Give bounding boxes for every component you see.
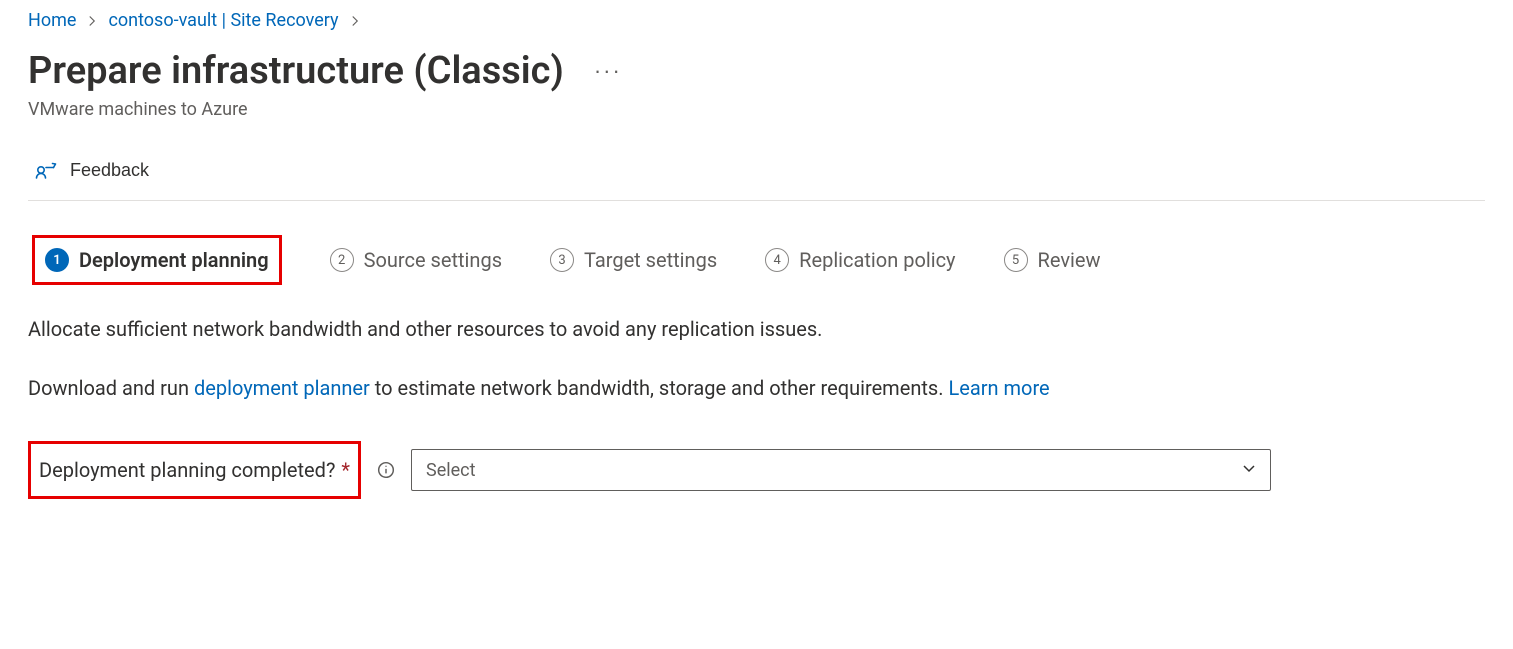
feedback-icon [34,158,58,182]
step-deployment-planning[interactable]: 1 Deployment planning [45,248,269,272]
description-line-2: Download and run deployment planner to e… [28,374,1485,403]
step-label: Source settings [364,248,502,272]
chevron-down-icon [1241,460,1257,480]
step-review[interactable]: 5 Review [1004,248,1101,272]
breadcrumb-vault[interactable]: contoso-vault | Site Recovery [108,10,338,31]
step-source-settings[interactable]: 2 Source settings [330,248,502,272]
chevron-right-icon [86,15,98,27]
step-label: Replication policy [799,248,955,272]
step-number: 3 [550,248,574,272]
info-icon[interactable] [377,461,395,479]
toolbar: Feedback [28,154,1485,201]
step-label: Target settings [584,248,717,272]
page-subtitle: VMware machines to Azure [28,99,1485,120]
form-row-deployment-completed: Deployment planning completed? * Select [28,441,1485,499]
breadcrumb: Home contoso-vault | Site Recovery [28,10,1485,31]
learn-more-link[interactable]: Learn more [948,376,1049,400]
text-fragment: Download and run [28,376,194,400]
highlight-step-1: 1 Deployment planning [32,235,282,285]
deployment-completed-select[interactable]: Select [411,449,1271,491]
step-number: 5 [1004,248,1028,272]
chevron-right-icon [349,15,361,27]
highlight-label: Deployment planning completed? * [28,441,361,499]
more-actions-button[interactable]: ··· [588,56,628,86]
description-line-1: Allocate sufficient network bandwidth an… [28,315,1485,344]
select-display[interactable]: Select [411,449,1271,491]
breadcrumb-home[interactable]: Home [28,10,76,31]
step-number: 4 [765,248,789,272]
feedback-label: Feedback [70,160,149,181]
step-label: Review [1038,248,1101,272]
wizard-steps: 1 Deployment planning 2 Source settings … [28,235,1485,285]
text-fragment: to estimate network bandwidth, storage a… [370,376,949,400]
page-title: Prepare infrastructure (Classic) [28,49,564,93]
step-replication-policy[interactable]: 4 Replication policy [765,248,955,272]
deployment-planner-link[interactable]: deployment planner [194,376,370,400]
required-marker: * [341,458,350,482]
step-number: 1 [45,248,69,272]
step-target-settings[interactable]: 3 Target settings [550,248,717,272]
select-placeholder: Select [426,460,475,481]
feedback-button[interactable]: Feedback [28,154,155,186]
step-label: Deployment planning [79,248,269,272]
field-label: Deployment planning completed? [39,458,335,482]
step-number: 2 [330,248,354,272]
